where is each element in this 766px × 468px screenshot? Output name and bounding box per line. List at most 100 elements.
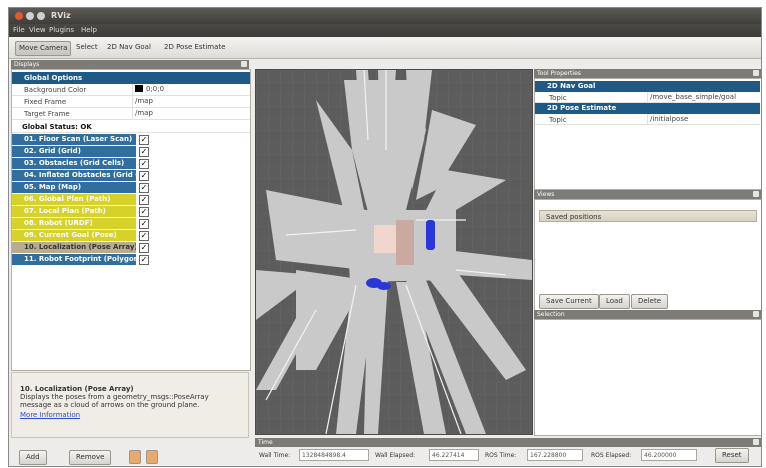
enable-checkbox[interactable]: ✓: [139, 135, 149, 145]
more-information-link[interactable]: More Information: [20, 411, 240, 419]
property-label: Topic: [549, 94, 567, 102]
tool-group-2d-nav-goal[interactable]: 2D Nav Goal: [535, 81, 760, 92]
ros-elapsed-label: ROS Elapsed:: [591, 452, 632, 459]
enable-checkbox[interactable]: ✓: [139, 219, 149, 229]
close-panel-icon[interactable]: [753, 70, 759, 76]
remove-display-button[interactable]: Remove: [69, 450, 112, 465]
enable-checkbox[interactable]: ✓: [139, 183, 149, 193]
saved-positions-item[interactable]: Saved positions: [539, 210, 757, 222]
wall-time-field[interactable]: 1328484898.4: [299, 449, 369, 461]
close-panel-icon[interactable]: [753, 191, 759, 197]
views-panel-header: Views: [534, 190, 761, 199]
close-panel-icon[interactable]: [241, 61, 247, 67]
close-icon[interactable]: [15, 12, 23, 20]
tool-2d-nav-goal[interactable]: 2D Nav Goal: [104, 41, 154, 54]
color-swatch: [135, 85, 143, 92]
display-inflated-obstacles[interactable]: 04. Inflated Obstacles (Grid Cells)✓: [12, 170, 250, 182]
property-value[interactable]: /map: [132, 96, 250, 107]
tool-select[interactable]: Select: [73, 41, 101, 54]
enable-checkbox[interactable]: ✓: [139, 171, 149, 181]
move-up-icon[interactable]: [129, 450, 141, 464]
display-current-goal[interactable]: 09. Current Goal (Pose) ✓: [12, 230, 250, 242]
maximize-icon[interactable]: [37, 12, 45, 20]
display-map[interactable]: 05. Map (Map) ✓: [12, 182, 250, 194]
delete-button[interactable]: Delete: [631, 294, 668, 309]
display-label: 11. Robot Footprint (Polygon): [12, 254, 136, 265]
close-panel-icon[interactable]: [753, 311, 759, 317]
property-value[interactable]: /initialpose: [647, 114, 760, 125]
reset-button[interactable]: Reset: [715, 448, 749, 463]
wall-elapsed-field[interactable]: 46.227414: [429, 449, 479, 461]
robot-footprint: [396, 220, 414, 265]
displays-panel-header: Displays: [11, 60, 249, 69]
display-label: 10. Localization (Pose Array): [12, 242, 136, 253]
close-panel-icon[interactable]: [753, 439, 759, 445]
wall-time-label: Wall Time:: [259, 452, 291, 459]
property-label: Topic: [549, 116, 567, 124]
display-label: 07. Local Plan (Path): [12, 206, 136, 217]
tool-properties-title: Tool Properties: [537, 70, 581, 77]
enable-checkbox[interactable]: ✓: [139, 159, 149, 169]
time-panel-header: Time: [255, 438, 761, 447]
display-label: 04. Inflated Obstacles (Grid Cells): [12, 170, 136, 181]
background-color-value: 0;0;0: [146, 85, 165, 93]
save-current-button[interactable]: Save Current: [539, 294, 599, 309]
menu-help[interactable]: Help: [81, 26, 97, 34]
display-localization[interactable]: 10. Localization (Pose Array) ✓: [12, 242, 250, 254]
display-robot-footprint[interactable]: 11. Robot Footprint (Polygon) ✓: [12, 254, 250, 266]
property-fixed-frame[interactable]: Fixed Frame /map: [12, 96, 250, 108]
display-label: 05. Map (Map): [12, 182, 136, 193]
display-robot[interactable]: 08. Robot (URDF) ✓: [12, 218, 250, 230]
property-background-color[interactable]: Background Color 0;0;0: [12, 84, 250, 96]
add-display-button[interactable]: Add: [19, 450, 47, 465]
global-status[interactable]: Global Status: OK: [12, 121, 250, 133]
selection-panel-title: Selection: [537, 311, 565, 318]
enable-checkbox[interactable]: ✓: [139, 147, 149, 157]
move-down-icon[interactable]: [146, 450, 158, 464]
menu-view[interactable]: View: [29, 26, 46, 34]
display-label: 06. Global Plan (Path): [12, 194, 136, 205]
property-target-frame[interactable]: Target Frame /map: [12, 108, 250, 120]
display-floor-scan[interactable]: 01. Floor Scan (Laser Scan) ✓: [12, 134, 250, 146]
displays-tree: Global Options Background Color 0;0;0 Fi…: [11, 69, 251, 371]
displays-panel-title: Displays: [14, 61, 40, 68]
enable-checkbox[interactable]: ✓: [139, 207, 149, 217]
display-global-plan[interactable]: 06. Global Plan (Path) ✓: [12, 194, 250, 206]
display-description: 10. Localization (Pose Array) Displays t…: [11, 372, 249, 438]
display-label: 09. Current Goal (Pose): [12, 230, 136, 241]
ros-time-field[interactable]: 167.228800: [527, 449, 583, 461]
tool-group-2d-pose-estimate[interactable]: 2D Pose Estimate: [535, 103, 760, 114]
menu-file[interactable]: File: [13, 26, 25, 34]
ros-time-label: ROS Time:: [485, 452, 517, 459]
property-pose-estimate-topic[interactable]: Topic /initialpose: [535, 114, 760, 125]
menu-bar: File View Plugins Help: [9, 24, 761, 37]
property-value[interactable]: /map: [132, 108, 250, 119]
display-label: 03. Obstacles (Grid Cells): [12, 158, 136, 169]
time-panel: Time Wall Time: 1328484898.4 Wall Elapse…: [255, 438, 761, 466]
property-value[interactable]: 0;0;0: [132, 84, 250, 95]
views-panel: Saved positions Save Current Load Delete: [534, 199, 761, 311]
load-button[interactable]: Load: [599, 294, 630, 309]
tool-2d-pose-estimate[interactable]: 2D Pose Estimate: [161, 41, 228, 54]
enable-checkbox[interactable]: ✓: [139, 243, 149, 253]
window-title: RViz: [51, 11, 71, 20]
3d-render-view[interactable]: [255, 69, 533, 435]
menu-plugins[interactable]: Plugins: [49, 26, 74, 34]
selection-panel-header: Selection: [534, 310, 761, 319]
enable-checkbox[interactable]: ✓: [139, 195, 149, 205]
display-grid[interactable]: 02. Grid (Grid) ✓: [12, 146, 250, 158]
property-nav-goal-topic[interactable]: Topic /move_base_simple/goal: [535, 92, 760, 103]
minimize-icon[interactable]: [26, 12, 34, 20]
tool-properties-panel: 2D Nav Goal Topic /move_base_simple/goal…: [534, 78, 761, 190]
global-options-group[interactable]: Global Options: [12, 72, 250, 84]
property-label: Background Color: [24, 86, 87, 94]
tool-bar: Move Camera Select 2D Nav Goal 2D Pose E…: [9, 37, 761, 59]
enable-checkbox[interactable]: ✓: [139, 231, 149, 241]
property-value[interactable]: /move_base_simple/goal: [647, 92, 760, 103]
display-local-plan[interactable]: 07. Local Plan (Path) ✓: [12, 206, 250, 218]
description-title: 10. Localization (Pose Array): [20, 385, 134, 393]
ros-elapsed-field[interactable]: 46.200000: [641, 449, 697, 461]
enable-checkbox[interactable]: ✓: [139, 255, 149, 265]
tool-move-camera[interactable]: Move Camera: [15, 41, 72, 56]
display-obstacles[interactable]: 03. Obstacles (Grid Cells) ✓: [12, 158, 250, 170]
